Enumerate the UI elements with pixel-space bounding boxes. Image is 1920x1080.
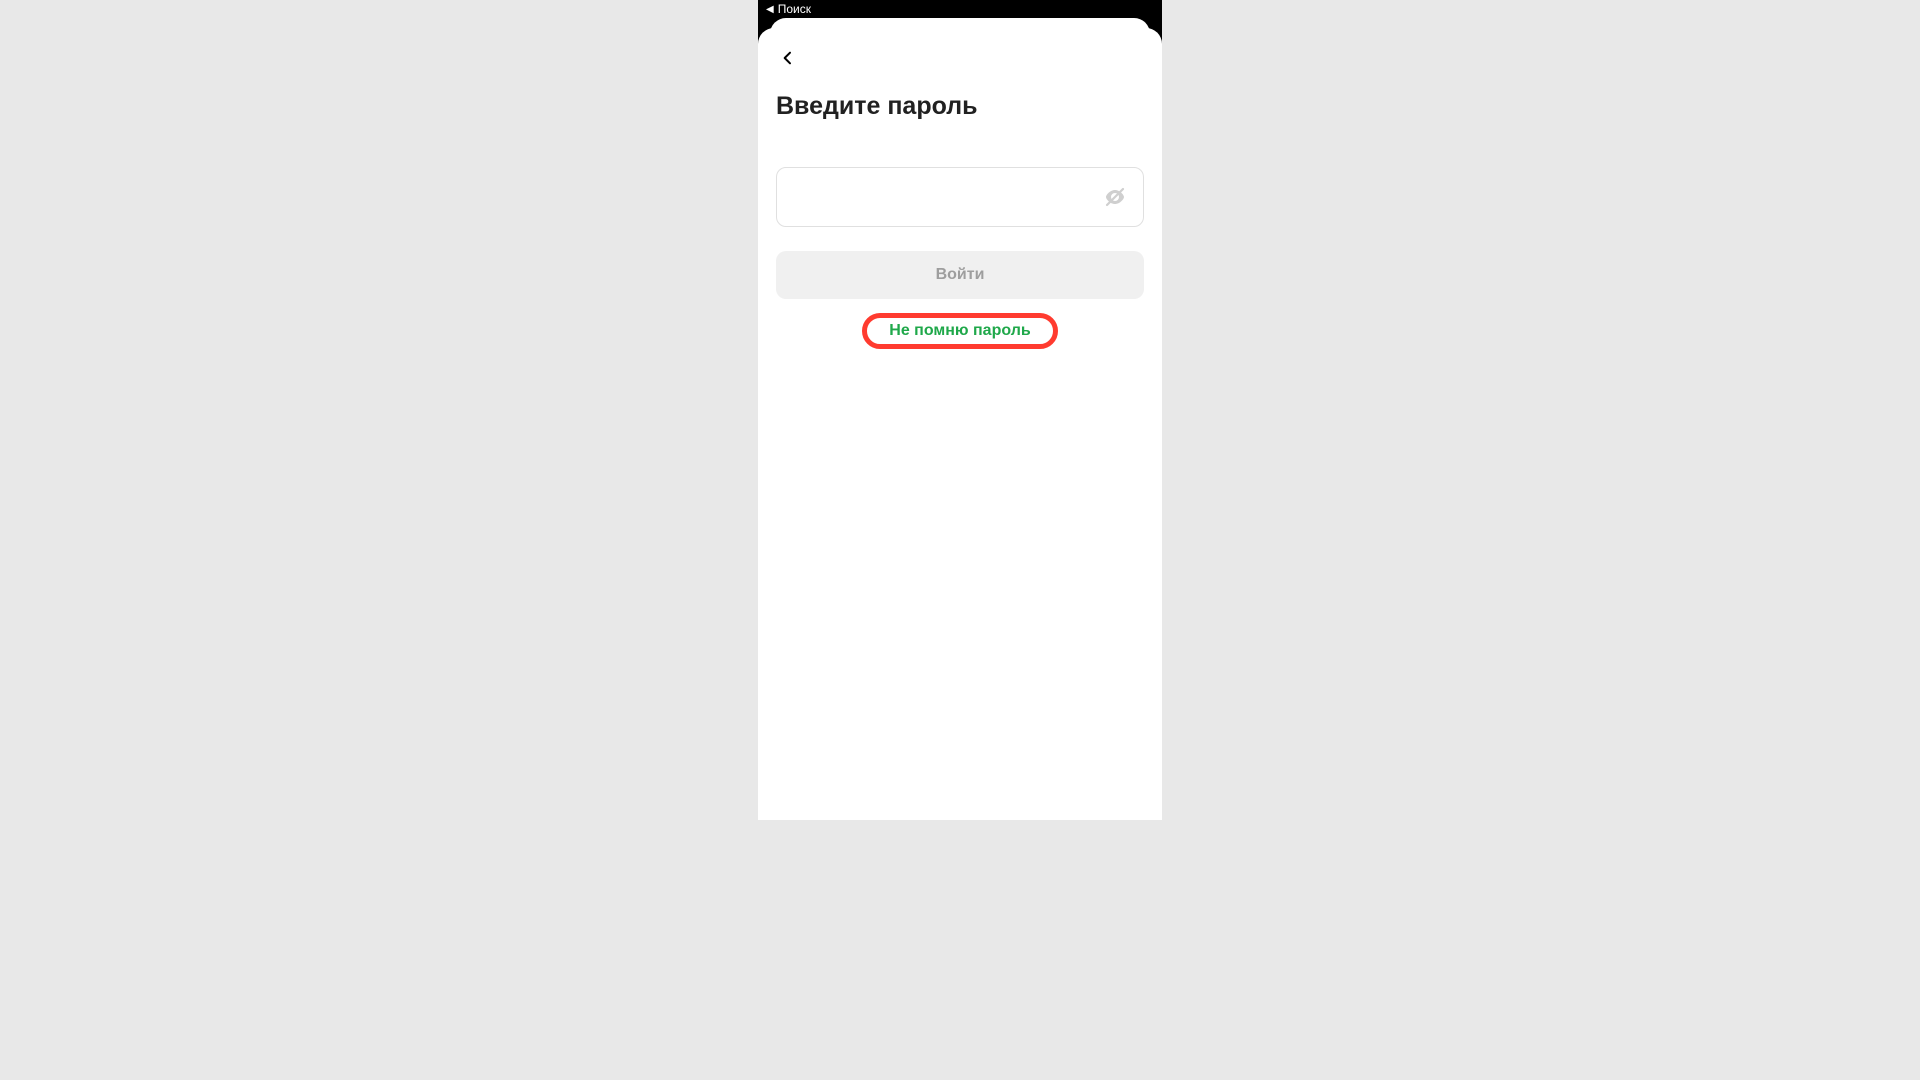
eye-off-icon [1103,185,1127,209]
status-bar: ◀ Поиск [758,0,1162,18]
chevron-left-icon [780,50,796,66]
annotation-highlight: Не помню пароль [862,313,1057,349]
statusbar-back-arrow-icon[interactable]: ◀ [766,4,774,15]
phone-frame: ◀ Поиск Введите пароль Войти Не помню па… [758,0,1162,820]
password-input[interactable] [793,188,1103,206]
page-title: Введите пароль [776,92,1144,121]
modal-sheet: Введите пароль Войти Не помню пароль [758,28,1162,820]
login-button[interactable]: Войти [776,251,1144,299]
statusbar-back-label[interactable]: Поиск [778,2,811,16]
password-field-container [776,167,1144,227]
forgot-password-container: Не помню пароль [776,313,1144,349]
back-button[interactable] [776,46,800,70]
forgot-password-link[interactable]: Не помню пароль [889,322,1030,339]
toggle-password-visibility-button[interactable] [1103,185,1127,209]
